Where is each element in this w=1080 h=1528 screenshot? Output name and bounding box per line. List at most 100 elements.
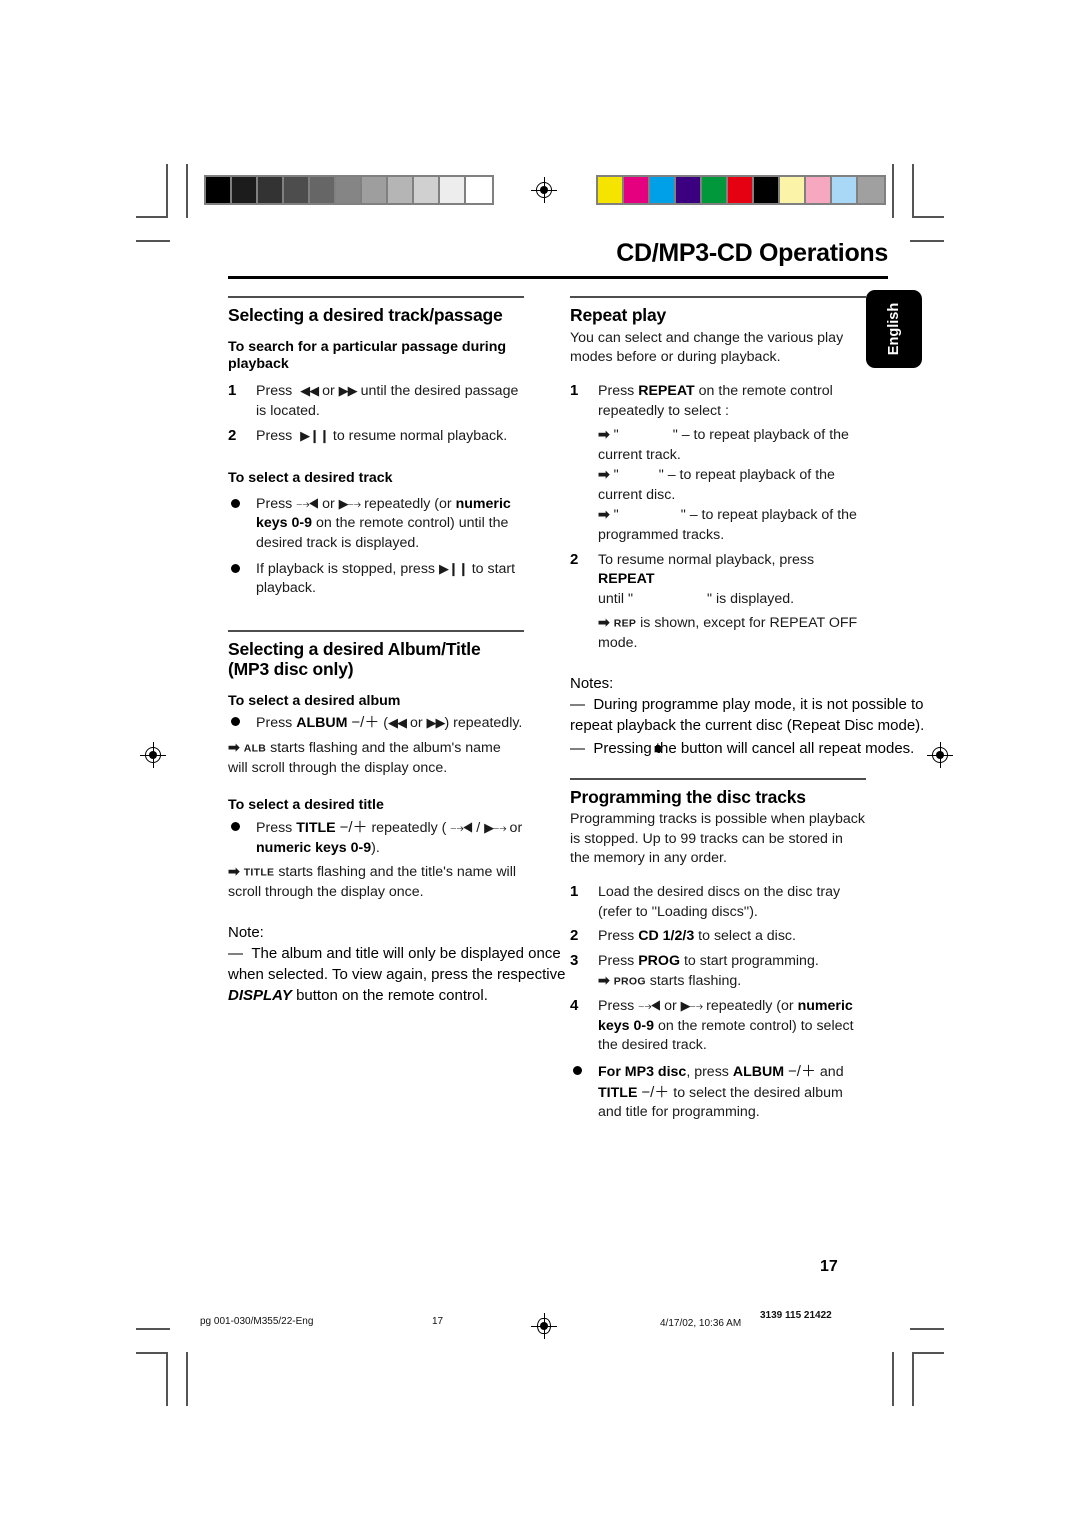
- step-number: 1: [570, 381, 579, 399]
- color-calibration-bar: [596, 175, 886, 205]
- title-plusminus: −/＋: [641, 1083, 670, 1101]
- arrow-icon: ➡: [598, 426, 610, 443]
- repeat-option-desc: – to repeat playback of the current trac…: [598, 427, 849, 463]
- bullet-item: Press TITLE −/＋ repeatedly ( ⤍◀ / ▶⤍ or …: [228, 818, 524, 858]
- crop-mark-tl-bleed: [186, 164, 188, 218]
- note-block-album-title: Note: — The album and title will only be…: [228, 922, 565, 1007]
- indicator-note-title: ➡ TITLE starts flashing and the title's …: [228, 862, 524, 902]
- bullet-icon: [231, 498, 240, 508]
- step-item: 1 Press REPEAT on the remote control rep…: [570, 382, 866, 421]
- crop-mark-tr-bleed: [892, 164, 894, 218]
- color-swatch: [858, 177, 884, 203]
- repeat-option: ➡ " " – to repeat playback of the current…: [598, 466, 835, 503]
- indicator-text: starts flashing.: [649, 973, 742, 990]
- crop-mark-tr-tick: [910, 240, 944, 242]
- section-divider: [228, 296, 524, 299]
- color-swatch: [650, 177, 676, 203]
- album-button-label: ALBUM: [732, 1063, 785, 1080]
- arrow-icon: ➡: [598, 614, 610, 631]
- page-content: CD/MP3-CD Operations Selecting a desired…: [228, 240, 924, 1120]
- bullet-item: If playback is stopped, press ▶❙❙ to sta…: [228, 560, 524, 599]
- grayscale-swatch: [310, 177, 336, 203]
- crop-mark-bl-v: [166, 1352, 168, 1406]
- bullet-item: Press ALBUM −/＋ (◀◀ or ▶▶) repeatedly.: [228, 713, 524, 734]
- step-number: 2: [228, 427, 237, 445]
- crop-mark-br-h: [912, 1352, 944, 1354]
- subheading-select-title: To select a desired title: [228, 797, 384, 814]
- indicator-label: REP: [613, 617, 637, 630]
- repeat-play-intro: You can select and change the various pl…: [570, 329, 844, 366]
- bullet-text: Press ⤍◀ or ▶⤍ repeatedly (or numeric ke…: [256, 495, 511, 551]
- step-text: Press CD 1/2/3 to select a disc.: [598, 928, 796, 945]
- grayscale-swatch: [258, 177, 284, 203]
- arrow-icon: ➡: [598, 506, 610, 523]
- repeat-button-label: REPEAT: [638, 382, 695, 399]
- step-item: 3 Press PROG to start programming. ➡ PRO…: [570, 952, 866, 992]
- grayscale-swatch: [206, 177, 232, 203]
- section-heading-select-album: Selecting a desired Album/Title (MP3 dis…: [228, 638, 481, 680]
- display-button-label: DISPLAY: [228, 987, 292, 1005]
- color-swatch: [728, 177, 754, 203]
- notes-label: Notes:: [570, 674, 614, 692]
- indicator-label: ALB: [243, 742, 267, 755]
- bullet-text: For MP3 disc, press ALBUM −/＋ and TITLE …: [598, 1062, 844, 1121]
- step-item: 1 Press ◀◀ or ▶▶ until the desired passa…: [228, 382, 524, 421]
- color-swatch: [702, 177, 728, 203]
- indicator-label: PROG: [613, 975, 646, 988]
- footer-filename: pg 001-030/M355/22-Eng: [200, 1316, 314, 1327]
- grayscale-swatch: [362, 177, 388, 203]
- step-number: 1: [570, 883, 579, 901]
- mp3-disc-label: For MP3 disc: [598, 1063, 687, 1080]
- color-swatch: [676, 177, 702, 203]
- crop-mark-br-bleed: [892, 1352, 894, 1406]
- section-divider: [570, 777, 866, 780]
- step-number: 2: [570, 927, 579, 945]
- step-item: 2 Press ▶❙❙ to resume normal playback.: [228, 427, 524, 447]
- footer-document-code: 3139 115 21422: [760, 1310, 832, 1321]
- crop-mark-tr-h: [912, 216, 944, 218]
- step-text: To resume normal playback, press REPEAT …: [598, 551, 815, 607]
- bullet-text: Press ALBUM −/＋ (◀◀ or ▶▶) repeatedly.: [256, 714, 523, 732]
- section-divider: [570, 296, 866, 299]
- grayscale-swatch: [466, 177, 492, 203]
- bullet-item: For MP3 disc, press ALBUM −/＋ and TITLE …: [570, 1062, 866, 1123]
- right-column: Repeat play You can select and change th…: [570, 296, 924, 1127]
- step-item: 1 Load the desired discs on the disc tra…: [570, 883, 866, 922]
- indicator-note-alb: ➡ ALB starts flashing and the album's na…: [228, 738, 524, 778]
- note-text: — During programme play mode, it is not …: [570, 695, 925, 735]
- bullet-text: Press TITLE −/＋ repeatedly ( ⤍◀ / ▶⤍ or …: [256, 819, 523, 856]
- two-column-layout: Selecting a desired track/passage To sea…: [228, 296, 924, 1120]
- manual-page: English CD/MP3-CD Operations Selecting a…: [0, 0, 1080, 1528]
- step-text: Press REPEAT on the remote control repea…: [598, 382, 833, 419]
- repeat-option: ➡ " " – to repeat playback of the current…: [598, 426, 849, 463]
- note-block-repeat: Notes: — During programme play mode, it …: [570, 673, 924, 759]
- repeat-option-desc: – to repeat playback of the current disc…: [598, 467, 835, 503]
- subheading-select-album: To select a desired album: [228, 692, 401, 709]
- arrow-icon: ➡: [598, 972, 610, 989]
- bullet-icon: [231, 822, 240, 832]
- step-item: 2 To resume normal playback, press REPEA…: [570, 551, 866, 610]
- step-text: Load the desired discs on the disc tray …: [598, 884, 841, 920]
- subheading-select-track: To select a desired track: [228, 470, 393, 486]
- indicator-text: is shown, except for REPEAT OFF mode.: [598, 615, 858, 652]
- step-item: 4 Press ⤍◀ or ▶⤍ repeatedly (or numeric …: [570, 997, 866, 1056]
- crop-mark-tr-v: [912, 164, 914, 218]
- grayscale-swatch: [414, 177, 440, 203]
- print-footer: pg 001-030/M355/22-Eng 17 4/17/02, 10:36…: [0, 1310, 1080, 1340]
- grayscale-swatch: [440, 177, 466, 203]
- note-text: — Pressing ■the button will cancel all r…: [570, 739, 915, 757]
- crop-mark-tl-tick: [136, 240, 170, 242]
- section-heading-repeat-play: Repeat play: [570, 305, 667, 326]
- indicator-text: starts flashing and the album's name wil…: [228, 740, 501, 776]
- grayscale-swatch: [388, 177, 414, 203]
- step-number: 4: [570, 997, 579, 1015]
- step-text: Press ◀◀ or ▶▶ until the desired passage…: [256, 383, 519, 419]
- repeat-option-desc: – to repeat playback of the programmed t…: [598, 507, 857, 544]
- color-swatch: [598, 177, 624, 203]
- grayscale-calibration-bar: [204, 175, 494, 205]
- repeat-button-label: REPEAT: [598, 571, 655, 588]
- left-column: Selecting a desired track/passage To sea…: [228, 296, 565, 1007]
- section-heading-select-track: Selecting a desired track/passage: [228, 305, 503, 326]
- section-divider: [228, 629, 524, 632]
- footer-timestamp: 4/17/02, 10:36 AM: [660, 1318, 742, 1329]
